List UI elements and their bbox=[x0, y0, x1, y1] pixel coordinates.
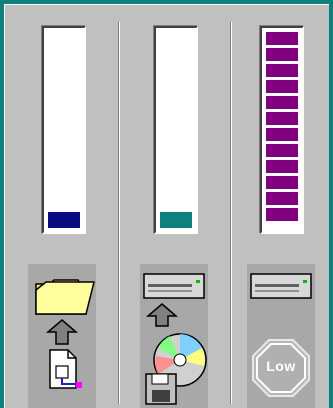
meter-segment bbox=[266, 176, 298, 189]
meter-save bbox=[42, 26, 86, 234]
drive-icon bbox=[250, 273, 312, 299]
up-arrow-icon bbox=[145, 303, 179, 327]
low-status-label: Low bbox=[266, 358, 296, 374]
meter-segment bbox=[266, 112, 298, 125]
write-to-cd-tile[interactable] bbox=[140, 264, 208, 408]
meter-segment bbox=[266, 208, 298, 221]
folder-icon bbox=[35, 279, 95, 315]
buffer-status-tile: Low bbox=[247, 264, 315, 408]
document-icon bbox=[49, 349, 82, 389]
cd-disc-icon bbox=[145, 333, 207, 405]
meter-segment bbox=[266, 128, 298, 141]
meter-segment bbox=[266, 64, 298, 77]
column-divider bbox=[230, 22, 232, 404]
meter-segment bbox=[266, 48, 298, 61]
up-arrow-icon bbox=[45, 319, 79, 345]
meter-segment bbox=[266, 144, 298, 157]
meter-fill bbox=[48, 212, 80, 228]
meter-segment bbox=[266, 96, 298, 109]
meter-segment bbox=[266, 80, 298, 93]
save-to-folder-tile[interactable] bbox=[28, 264, 96, 408]
meter-segment bbox=[266, 32, 298, 45]
meter-buffer bbox=[260, 26, 304, 234]
meter-fill bbox=[160, 212, 192, 228]
meter-segment bbox=[266, 160, 298, 173]
meter-segment bbox=[266, 192, 298, 205]
meter-cd bbox=[154, 26, 198, 234]
column-divider bbox=[118, 22, 120, 404]
drive-icon bbox=[143, 273, 205, 299]
